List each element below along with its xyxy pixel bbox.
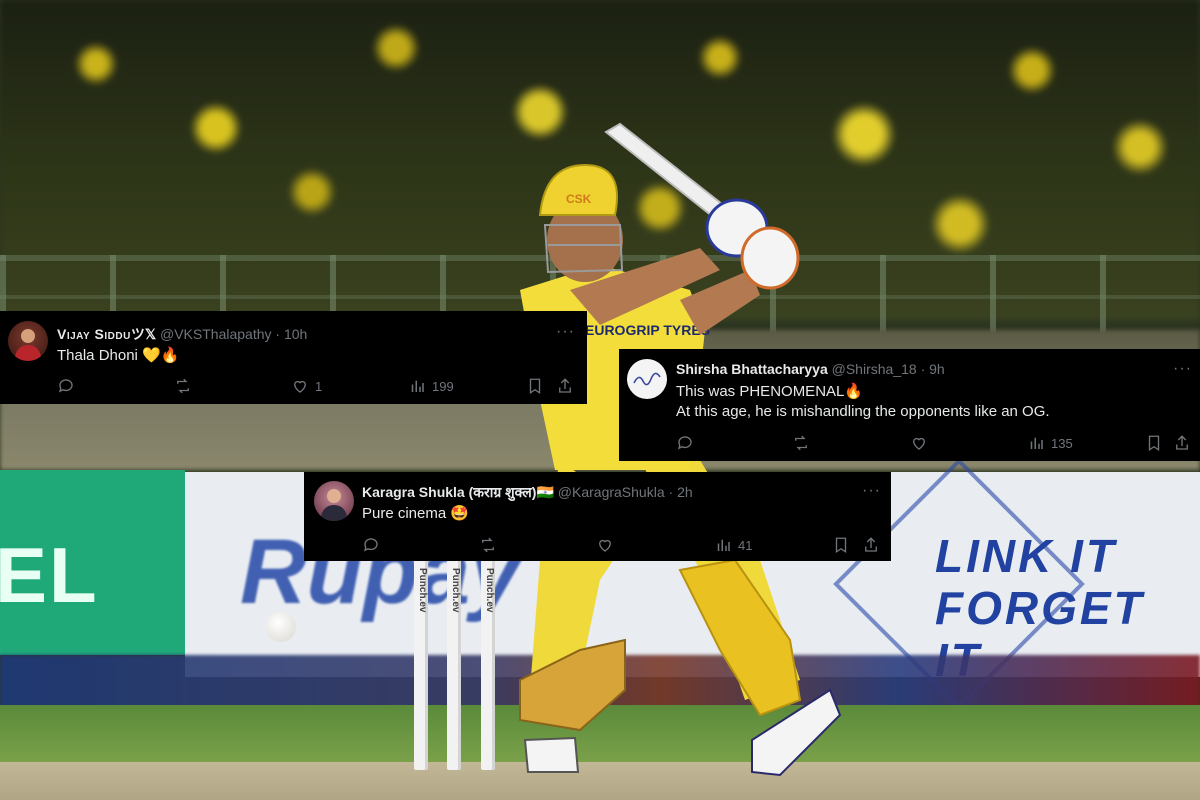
views-button[interactable]: 41	[714, 536, 752, 554]
reply-icon	[58, 379, 73, 393]
cricket-bat	[604, 122, 724, 218]
helmet	[538, 163, 618, 216]
user-avatar[interactable]	[627, 359, 667, 399]
bookmark-button[interactable]	[526, 377, 550, 395]
reply-button[interactable]	[57, 377, 81, 395]
view-count: 199	[432, 378, 454, 394]
views-chart-icon	[717, 539, 730, 551]
views-chart-icon	[411, 380, 424, 392]
avatar-signature-icon	[633, 372, 661, 386]
reply-icon	[677, 436, 692, 450]
batting-pad-right	[678, 558, 802, 717]
view-count: 135	[1051, 435, 1073, 451]
more-options-icon[interactable]: ···	[556, 323, 575, 341]
share-icon	[559, 378, 571, 393]
share-icon	[1176, 435, 1188, 450]
like-count: 1	[315, 378, 323, 394]
display-name[interactable]: Karagra Shukla (कराग्र शुक्ल)🇮🇳	[362, 484, 554, 500]
bookmark-icon	[529, 378, 541, 395]
user-handle[interactable]: @VKSThalapathy	[160, 326, 272, 342]
bookmark-icon	[1148, 435, 1160, 452]
retweet-button[interactable]	[174, 377, 198, 395]
share-icon	[865, 537, 877, 552]
heart-icon	[599, 539, 611, 552]
like-button[interactable]	[910, 434, 934, 452]
separator-dot: ·	[668, 484, 674, 500]
shirt-sponsor: EUROGRIP TYRES	[585, 322, 710, 338]
tweet-card[interactable]: Vijay Sidduツ𝕏 @VKSThalapathy · 10h ··· T…	[0, 311, 587, 404]
share-button[interactable]	[862, 536, 886, 554]
tweet-text: This was PHENOMENAL🔥 At this age, he is …	[676, 382, 1050, 422]
timestamp[interactable]: 10h	[284, 326, 307, 342]
retweet-icon	[482, 537, 494, 553]
bookmark-icon	[835, 537, 847, 554]
view-count: 41	[738, 537, 753, 553]
more-options-icon[interactable]: ···	[1173, 360, 1192, 378]
tweet-card[interactable]: Shirsha Bhattacharyya @Shirsha_18 · 9h ·…	[619, 349, 1200, 461]
display-name[interactable]: Shirsha Bhattacharyya	[676, 361, 828, 377]
tweet-header: Vijay Sidduツ𝕏 @VKSThalapathy · 10h	[57, 324, 307, 344]
separator-dot: ·	[920, 361, 926, 377]
tweet-header: Karagra Shukla (कराग्र शुक्ल)🇮🇳 @Karagra…	[362, 483, 693, 502]
user-handle[interactable]: @Shirsha_18	[832, 361, 917, 377]
tweet-text-line: This was PHENOMENAL🔥	[676, 383, 864, 400]
like-button[interactable]: 1	[291, 377, 322, 395]
retweet-icon	[177, 378, 189, 394]
views-chart-icon	[1030, 437, 1043, 449]
share-button[interactable]	[556, 377, 580, 395]
display-name-suffix: ツ𝕏	[130, 326, 157, 342]
heart-icon	[913, 437, 925, 450]
timestamp[interactable]: 9h	[929, 361, 945, 377]
avatar-person-icon	[320, 489, 348, 521]
batting-glove	[740, 226, 800, 290]
bookmark-button[interactable]	[1145, 434, 1169, 452]
tweet-text: Thala Dhoni 💛🔥	[57, 347, 180, 364]
display-name[interactable]: Vijay Siddu	[57, 326, 131, 342]
tweet-text: Pure cinema 🤩	[362, 505, 470, 522]
user-avatar[interactable]	[314, 481, 354, 521]
left-shoe	[523, 736, 580, 773]
more-options-icon[interactable]: ···	[862, 482, 881, 500]
retweet-icon	[795, 435, 807, 451]
views-button[interactable]: 199	[408, 377, 454, 395]
like-button[interactable]	[596, 536, 620, 554]
retweet-button[interactable]	[479, 536, 503, 554]
heart-icon	[294, 380, 306, 393]
user-avatar[interactable]	[8, 321, 48, 361]
retweet-button[interactable]	[792, 434, 816, 452]
tweet-card[interactable]: Karagra Shukla (कराग्र शुक्ल)🇮🇳 @Karagra…	[304, 472, 891, 561]
separator-dot: ·	[275, 326, 281, 342]
user-handle[interactable]: @KaragraShukla	[558, 484, 665, 500]
reply-icon	[363, 538, 378, 552]
tweet-text-line: At this age, he is mishandling the oppon…	[676, 403, 1050, 420]
timestamp[interactable]: 2h	[677, 484, 693, 500]
reply-button[interactable]	[362, 536, 386, 554]
share-button[interactable]	[1173, 434, 1197, 452]
reply-button[interactable]	[676, 434, 700, 452]
tweet-header: Shirsha Bhattacharyya @Shirsha_18 · 9h	[676, 361, 945, 377]
avatar-person-icon	[14, 329, 42, 361]
bookmark-button[interactable]	[832, 536, 856, 554]
views-button[interactable]: 135	[1027, 434, 1073, 452]
helmet-logo: CSK	[566, 192, 592, 206]
